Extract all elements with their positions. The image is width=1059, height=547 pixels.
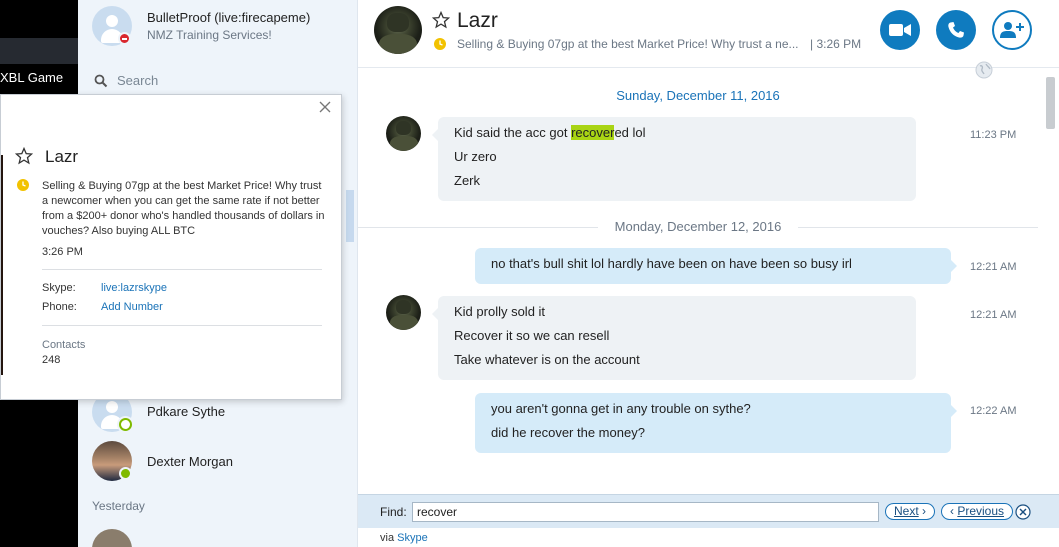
- audio-call-icon: [948, 22, 964, 38]
- add-people-button[interactable]: [992, 10, 1032, 50]
- chevron-left-icon: ‹: [950, 504, 954, 518]
- message-bubble[interactable]: no that's bull shit lol hardly have been…: [475, 248, 957, 284]
- busy-status-icon: [118, 32, 131, 45]
- date-separator: Monday, December 12, 2016: [358, 219, 1038, 234]
- search-placeholder: Search: [117, 73, 159, 88]
- star-icon[interactable]: [432, 11, 450, 29]
- find-input[interactable]: [412, 502, 879, 522]
- skype-link[interactable]: Skype: [397, 532, 428, 544]
- message-line: did he recover the money?: [491, 425, 645, 440]
- find-label: Find:: [380, 505, 407, 519]
- sender-avatar[interactable]: [386, 295, 421, 330]
- top-contact-mood: NMZ Training Services!: [147, 28, 272, 42]
- contact-name-pdkare[interactable]: Pdkare Sythe: [147, 404, 225, 419]
- add-people-icon: [1000, 22, 1024, 38]
- chat-mood-message: Selling & Buying 07gp at the best Market…: [457, 37, 799, 51]
- card-divider: [42, 325, 322, 326]
- footer: via Skype: [358, 529, 1059, 547]
- via-skype-label: via Skype: [380, 532, 428, 544]
- add-number-link[interactable]: Add Number: [101, 301, 163, 313]
- sender-avatar[interactable]: [386, 116, 421, 151]
- card-edge: [1, 155, 3, 375]
- message-timestamp: 12:21 AM: [970, 261, 1017, 273]
- online-status-icon: [119, 467, 132, 480]
- message-line: Recover it so we can resell: [454, 328, 610, 343]
- date-separator: Sunday, December 11, 2016: [616, 88, 780, 103]
- message-timestamp: 12:21 AM: [970, 309, 1017, 321]
- contact-name-dexter[interactable]: Dexter Morgan: [147, 454, 233, 469]
- message-timestamp: 12:22 AM: [970, 405, 1017, 417]
- chevron-right-icon: ›: [922, 504, 927, 518]
- message-bubble[interactable]: you aren't gonna get in any trouble on s…: [475, 393, 957, 453]
- search-highlight: recover: [571, 125, 615, 140]
- message-line: Ur zero: [454, 149, 497, 164]
- chat-title[interactable]: Lazr: [457, 9, 498, 33]
- message-line: Zerk: [454, 173, 480, 188]
- find-previous-button[interactable]: ‹ Previous: [941, 503, 1014, 520]
- taskbar-label: XBL Game: [0, 70, 64, 85]
- message-line: Take whatever is on the account: [454, 352, 640, 367]
- video-call-icon: [889, 24, 911, 36]
- card-local-time: 3:26 PM: [42, 246, 83, 258]
- find-next-button[interactable]: Next ›: [885, 503, 936, 520]
- avatar[interactable]: [92, 529, 132, 547]
- clock-icon: [434, 38, 446, 50]
- scrollbar[interactable]: [1046, 77, 1055, 129]
- message-bubble[interactable]: Kid said the acc got recovered lol Ur ze…: [432, 117, 916, 201]
- close-find-icon[interactable]: [1015, 504, 1031, 520]
- chat-mood-time: | 3:26 PM: [810, 37, 862, 51]
- contacts-count: 248: [42, 354, 61, 366]
- clock-icon: [17, 179, 29, 191]
- message-line: Kid prolly sold it: [454, 304, 546, 319]
- contacts-label: Contacts: [42, 339, 86, 351]
- card-mood-message: Selling & Buying 07gp at the best Market…: [42, 180, 325, 237]
- chat-pane: Lazr Selling & Buying 07gp at the best M…: [358, 0, 1059, 547]
- top-contact-name[interactable]: BulletProof (live:firecapeme): [147, 10, 310, 25]
- chat-header: Lazr Selling & Buying 07gp at the best M…: [358, 0, 1059, 68]
- find-bar: Find: Next › ‹ Previous: [358, 494, 1059, 528]
- message-line: no that's bull shit lol hardly have been…: [491, 256, 852, 271]
- star-icon[interactable]: [15, 147, 33, 165]
- message-line: Kid said the acc got recovered lol: [454, 125, 646, 140]
- message-line: you aren't gonna get in any trouble on s…: [491, 401, 751, 416]
- section-label-yesterday: Yesterday: [92, 499, 145, 513]
- profile-card: Lazr Selling & Buying 07gp at the best M…: [0, 94, 342, 400]
- card-contact-name: Lazr: [45, 147, 79, 166]
- message-list[interactable]: Sunday, December 11, 2016 Kid said the a…: [358, 69, 1059, 494]
- desktop-band: [0, 38, 78, 64]
- message-timestamp: 11:23 PM: [970, 129, 1017, 141]
- selected-indicator: [346, 190, 354, 242]
- close-icon[interactable]: [318, 100, 332, 114]
- away-status-icon: [119, 418, 132, 431]
- card-divider: [42, 269, 322, 270]
- phone-label: Phone:: [42, 301, 77, 313]
- contact-avatar[interactable]: [374, 6, 422, 54]
- video-call-button[interactable]: [880, 10, 920, 50]
- audio-call-button[interactable]: [936, 10, 976, 50]
- message-bubble[interactable]: Kid prolly sold it Recover it so we can …: [432, 296, 916, 380]
- skype-label: Skype:: [42, 282, 76, 294]
- search-box[interactable]: Search: [92, 72, 342, 90]
- skype-id-link[interactable]: live:lazrskype: [101, 282, 167, 294]
- search-icon: [94, 74, 108, 88]
